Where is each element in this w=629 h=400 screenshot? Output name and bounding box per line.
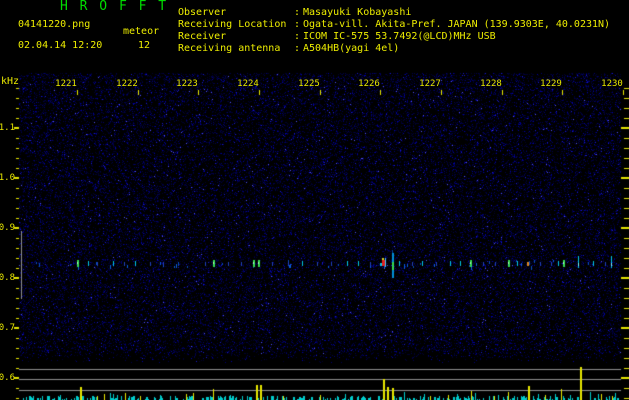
hrofft-output-screen: H R O F F T 04141220.png meteor 02.04.14… xyxy=(0,0,629,400)
info-colon: : xyxy=(294,7,301,18)
meteor-count: 12 xyxy=(138,40,151,51)
info-row-observer: Observer: Masayuki Kobayashi xyxy=(178,7,610,19)
info-row-antenna: Receiving antenna: A504HB(yagi 4el) xyxy=(178,43,610,55)
time-tick-label: 1222 xyxy=(116,79,138,89)
app-title: H R O F F T xyxy=(60,0,169,14)
freq-tick-label: 0.8 xyxy=(0,273,15,283)
time-tick-label: 1227 xyxy=(419,79,441,89)
info-colon: : xyxy=(294,31,301,42)
observation-datetime: 02.04.14 12:20 xyxy=(18,40,103,51)
info-value: A504HB(yagi 4el) xyxy=(303,43,400,54)
time-tick-label: 1223 xyxy=(176,79,198,89)
time-tick-label: 1228 xyxy=(480,79,502,89)
info-label: Receiver xyxy=(178,31,227,42)
info-label: Observer xyxy=(178,7,227,18)
info-colon: : xyxy=(294,19,301,30)
freq-axis-unit: kHz xyxy=(1,76,20,87)
output-filename: 04141220.png xyxy=(18,19,91,30)
time-tick-label: 1226 xyxy=(358,79,380,89)
info-value: ICOM IC-575 53.7492(@LCD)MHz USB xyxy=(303,31,496,42)
time-tick-label: 1224 xyxy=(237,79,259,89)
info-row-receiver: Receiver: ICOM IC-575 53.7492(@LCD)MHz US… xyxy=(178,31,610,43)
info-label: Receiving antenna xyxy=(178,43,281,54)
time-tick-label: 1221 xyxy=(55,79,77,89)
freq-tick-label: 1.0 xyxy=(0,173,15,183)
freq-tick-label: 0.7 xyxy=(0,323,15,333)
time-tick-label: 1229 xyxy=(540,79,562,89)
freq-tick-label: 0.9 xyxy=(0,223,15,233)
spectrogram-canvas xyxy=(0,0,629,400)
info-value: Ogata-vill. Akita-Pref. JAPAN (139.9303E… xyxy=(303,19,611,30)
info-row-location: Receiving Location: Ogata-vill. Akita-Pre… xyxy=(178,19,610,31)
info-label: Receiving Location xyxy=(178,19,287,30)
observation-mode-label: meteor xyxy=(123,26,160,37)
info-value: Masayuki Kobayashi xyxy=(303,7,412,18)
freq-tick-label: 1.1 xyxy=(0,123,15,133)
station-info-block: Observer: Masayuki Kobayashi Receiving Lo… xyxy=(178,7,610,55)
time-tick-label: 1230 xyxy=(601,79,623,89)
info-colon: : xyxy=(294,43,301,54)
time-tick-label: 1225 xyxy=(298,79,320,89)
freq-tick-label: 0.6 xyxy=(0,373,15,383)
